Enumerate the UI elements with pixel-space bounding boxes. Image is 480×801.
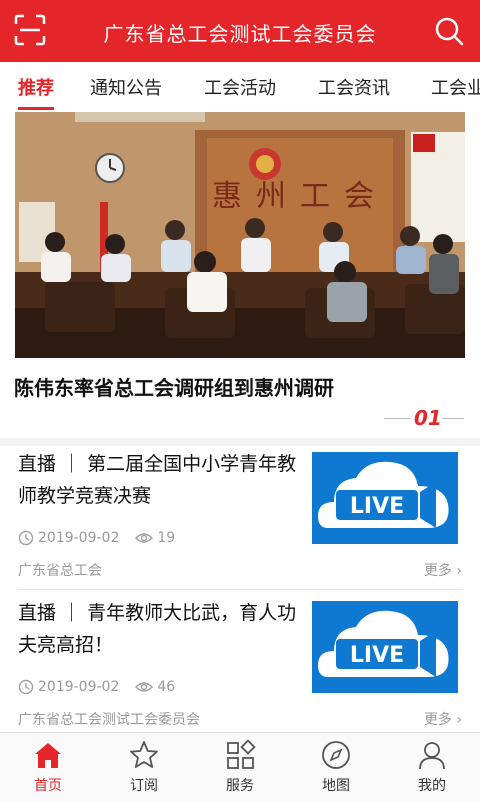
user-icon <box>419 742 445 770</box>
tab-activities[interactable]: 工会活动 <box>204 74 276 100</box>
article-meta: 2019-09-02 46 <box>18 679 175 695</box>
compass-icon <box>322 741 350 769</box>
article-views: 46 <box>157 679 176 695</box>
more-link-label: 更多 <box>423 712 452 728</box>
article-title[interactable]: 直播 ｜ 第二届全国中小学青年教师教学竞赛决赛 <box>18 448 310 512</box>
search-icon[interactable] <box>434 16 464 46</box>
eye-icon <box>135 682 154 692</box>
tab-more-partial[interactable]: 工会业 <box>431 74 480 100</box>
live-thumbnail[interactable]: LIVE <box>312 601 458 693</box>
nav-subscribe-label: 订阅 <box>130 778 158 794</box>
live-label: LIVE <box>350 643 404 668</box>
nav-services[interactable]: 服务 <box>192 739 288 795</box>
category-tabs: 推荐 通知公告 工会活动 工会资讯 工会业 <box>0 62 480 112</box>
bottom-nav: 首页 订阅 服务 地图 我的 <box>0 732 480 801</box>
article-date: 2019-09-02 <box>38 679 120 695</box>
article-views: 19 <box>157 530 176 546</box>
app-header: 广东省总工会测试工会委员会 <box>0 0 480 62</box>
star-icon <box>130 741 158 768</box>
article-source: 广东省总工会测试工会委员会 <box>18 712 200 728</box>
active-tab-indicator <box>18 107 54 110</box>
tab-notices[interactable]: 通知公告 <box>90 74 162 100</box>
tab-recommend[interactable]: 推荐 <box>18 74 54 100</box>
clock-icon <box>18 530 34 546</box>
live-thumbnail[interactable]: LIVE <box>312 452 458 544</box>
live-label: LIVE <box>350 494 404 519</box>
nav-profile-label: 我的 <box>418 778 446 794</box>
services-grid-icon <box>227 739 256 769</box>
chevron-right-icon: › <box>451 563 462 579</box>
more-link[interactable]: 更多 › <box>424 560 462 580</box>
section-spacer <box>0 438 480 446</box>
divider <box>18 589 462 590</box>
chevron-right-icon: › <box>451 712 462 728</box>
carousel-index: 01 <box>384 404 468 432</box>
article-meta: 2019-09-02 19 <box>18 530 175 546</box>
nav-profile[interactable]: 我的 <box>384 739 480 795</box>
nav-home[interactable]: 首页 <box>0 739 96 795</box>
article-date: 2019-09-02 <box>38 530 120 546</box>
nav-map[interactable]: 地图 <box>288 739 384 795</box>
more-link-label: 更多 <box>423 563 452 579</box>
header-title: 广东省总工会测试工会委员会 <box>103 22 377 46</box>
nav-map-label: 地图 <box>322 778 350 794</box>
eye-icon <box>135 533 154 543</box>
home-icon <box>35 743 61 768</box>
nav-services-label: 服务 <box>226 778 254 794</box>
wall-sign-text: 惠州工会 <box>212 179 388 214</box>
clock-icon <box>18 679 34 695</box>
article-source: 广东省总工会 <box>18 563 102 579</box>
index-line-right <box>442 418 464 419</box>
nav-subscribe[interactable]: 订阅 <box>96 739 192 795</box>
tab-news[interactable]: 工会资讯 <box>318 74 390 100</box>
article-title[interactable]: 直播 ｜ 青年教师大比武，育人功夫亮高招！ <box>18 597 310 661</box>
hero-title[interactable]: 陈伟东率省总工会调研组到惠州调研 <box>14 372 334 401</box>
more-link[interactable]: 更多 › <box>424 709 462 729</box>
hero-image[interactable]: 惠州工会 <box>15 112 465 358</box>
carousel-index-number: 01 <box>414 406 442 430</box>
index-line-left <box>384 418 410 419</box>
nav-home-label: 首页 <box>34 778 62 794</box>
